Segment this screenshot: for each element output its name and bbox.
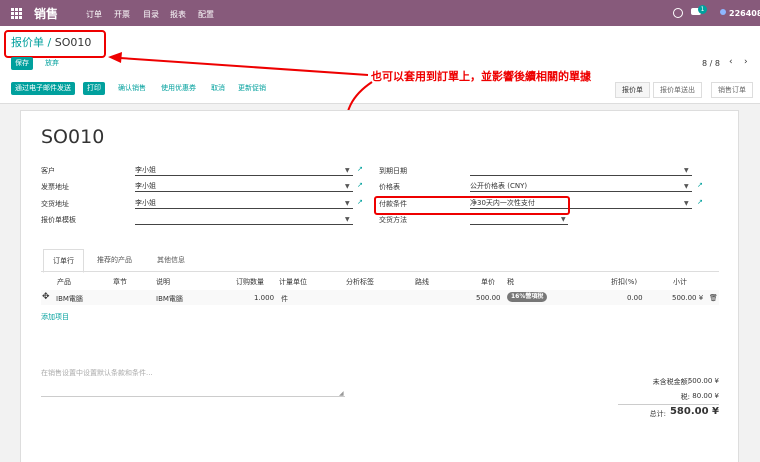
invoice-address-dropdown-icon[interactable]: ▼ <box>345 183 350 190</box>
order-title: SO010 <box>41 126 105 148</box>
menu-catalog[interactable]: 目录 <box>143 9 159 20</box>
terms-conditions-field[interactable]: 在销售设置中设置默认条款和条件... <box>41 368 345 397</box>
delivery-method-label: 交货方法 <box>379 216 407 224</box>
quote-template-dropdown-icon[interactable]: ▼ <box>345 216 350 223</box>
customer-field[interactable]: 李小姐 <box>135 165 353 176</box>
row-tax-badge[interactable]: 16%營項稅 <box>507 292 548 302</box>
pricelist-external-link-icon[interactable]: ↗ <box>697 181 703 189</box>
print-button[interactable]: 打印 <box>83 82 105 95</box>
invoice-address-field[interactable]: 李小姐 <box>135 181 353 192</box>
delivery-address-field[interactable]: 李小姐 <box>135 198 353 209</box>
totals-divider <box>618 404 719 405</box>
row-subtotal: 500.00 ¥ <box>672 294 704 302</box>
top-navbar: 销售 订单 开票 目录 报表 配置 1 226408 <box>0 0 760 26</box>
row-uom[interactable]: 件 <box>281 294 288 304</box>
confirm-sale-button[interactable]: 确认销售 <box>114 82 150 95</box>
row-discount[interactable]: 0.00 <box>627 294 643 302</box>
row-unit-price[interactable]: 500.00 <box>476 294 501 302</box>
col-unit-price[interactable]: 单价 <box>481 277 495 287</box>
clock-icon[interactable] <box>673 8 683 18</box>
expiration-date-label: 到期日期 <box>379 167 407 175</box>
payment-terms-dropdown-icon[interactable]: ▼ <box>684 200 689 207</box>
cancel-button[interactable]: 取消 <box>207 82 229 95</box>
pricelist-field[interactable]: 公开价格表 (CNY) <box>470 181 692 192</box>
delivery-address-dropdown-icon[interactable]: ▼ <box>345 200 350 207</box>
expiration-date-dropdown-icon[interactable]: ▼ <box>684 167 689 174</box>
user-avatar-icon[interactable] <box>720 9 726 15</box>
quote-template-label: 报价单模板 <box>41 216 76 224</box>
row-product[interactable]: IBM電腦 <box>56 294 83 304</box>
col-uom[interactable]: 计量单位 <box>279 277 307 287</box>
apps-grid-icon[interactable] <box>11 8 22 19</box>
stage-quotation-sent[interactable]: 报价单送出 <box>653 82 702 98</box>
tab-order-lines[interactable]: 订单行 <box>43 249 84 273</box>
col-analytic-tags[interactable]: 分析标签 <box>346 277 374 287</box>
total-amount: 580.00 ¥ <box>669 406 719 417</box>
untaxed-amount: 500.00 ¥ <box>687 377 719 385</box>
highlight-box-breadcrumb <box>4 30 106 58</box>
menu-reports[interactable]: 报表 <box>170 9 186 20</box>
menu-orders[interactable]: 订单 <box>86 9 102 20</box>
delivery-address-label: 交货地址 <box>41 200 69 208</box>
highlight-box-payment-terms <box>374 196 570 215</box>
save-button[interactable]: 保存 <box>11 57 33 70</box>
col-discount[interactable]: 折扣(%) <box>611 277 637 287</box>
quote-template-field[interactable] <box>135 214 353 225</box>
tax-amount: 80.00 ¥ <box>692 392 719 400</box>
customer-label: 客户 <box>41 167 55 175</box>
col-section[interactable]: 章节 <box>113 277 127 287</box>
table-row[interactable] <box>41 290 719 305</box>
resize-handle-icon[interactable]: ◢ <box>339 390 344 397</box>
annotation-text: 也可以套用到訂單上，並影響後續相關的單據 <box>371 70 591 83</box>
stage-quotation[interactable]: 报价单 <box>615 82 650 98</box>
col-product[interactable]: 产品 <box>57 277 71 287</box>
delivery-method-dropdown-icon[interactable]: ▼ <box>561 216 566 223</box>
pricelist-dropdown-icon[interactable]: ▼ <box>684 183 689 190</box>
user-id[interactable]: 226408 <box>729 9 760 18</box>
stage-sales-order[interactable]: 销售订单 <box>711 82 753 98</box>
send-email-button[interactable]: 通过电子邮件发送 <box>11 82 75 95</box>
customer-dropdown-icon[interactable]: ▼ <box>345 167 350 174</box>
col-subtotal[interactable]: 小计 <box>673 277 687 287</box>
total-label: 总计: <box>649 410 666 418</box>
expiration-date-field[interactable] <box>470 165 692 176</box>
menu-invoicing[interactable]: 开票 <box>114 9 130 20</box>
customer-external-link-icon[interactable]: ↗ <box>357 165 363 173</box>
notification-badge: 1 <box>698 5 707 14</box>
pager-prev-icon[interactable]: ‹ <box>729 57 733 67</box>
app-name: 销售 <box>34 7 59 21</box>
delivery-address-external-link-icon[interactable]: ↗ <box>357 198 363 206</box>
col-qty[interactable]: 订购数量 <box>236 277 264 287</box>
row-qty[interactable]: 1.000 <box>254 294 274 302</box>
invoice-address-label: 发票地址 <box>41 183 69 191</box>
trash-icon[interactable]: 🗑 <box>709 294 718 302</box>
pager-next-icon[interactable]: › <box>744 57 748 67</box>
drag-handle-icon[interactable]: ✥ <box>42 292 50 302</box>
tab-other-info[interactable]: 其他信息 <box>148 249 194 271</box>
discard-button[interactable]: 放弃 <box>41 57 63 70</box>
col-description[interactable]: 说明 <box>156 277 170 287</box>
update-promotions-button[interactable]: 更新促销 <box>234 82 270 95</box>
delivery-method-field[interactable] <box>470 214 568 225</box>
invoice-address-external-link-icon[interactable]: ↗ <box>357 181 363 189</box>
menu-config[interactable]: 配置 <box>198 9 214 20</box>
row-description[interactable]: IBM電腦 <box>156 294 183 304</box>
tab-divider <box>41 271 719 272</box>
col-taxes[interactable]: 税 <box>507 277 514 287</box>
add-item-link[interactable]: 添加项目 <box>41 312 69 322</box>
col-route[interactable]: 路线 <box>415 277 429 287</box>
pricelist-label: 价格表 <box>379 183 400 191</box>
pager-text: 8 / 8 <box>702 59 720 68</box>
payment-terms-external-link-icon[interactable]: ↗ <box>697 198 703 206</box>
tab-optional-products[interactable]: 推荐的产品 <box>88 249 141 271</box>
apply-coupon-button[interactable]: 使用优惠券 <box>157 82 200 95</box>
